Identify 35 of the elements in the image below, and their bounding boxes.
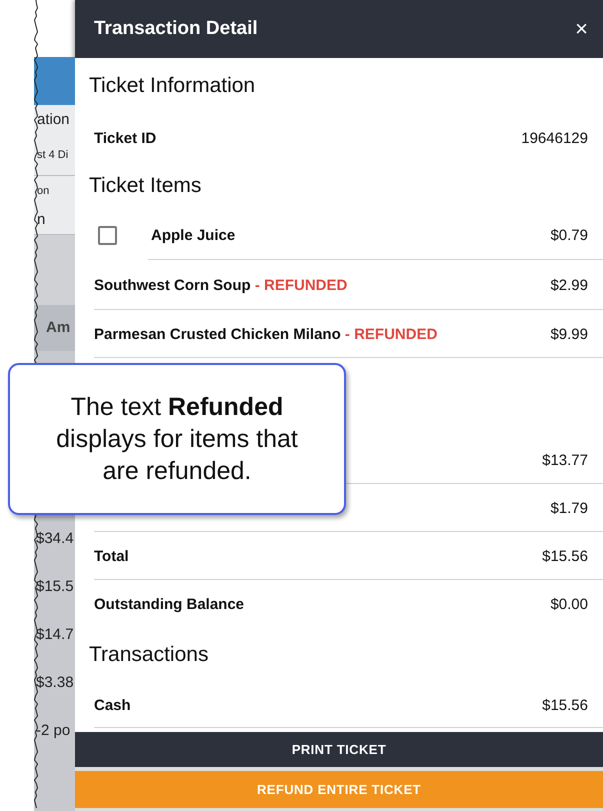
item-value: $15.56 — [542, 696, 588, 714]
checkbox[interactable] — [98, 226, 117, 244]
item-label: Southwest Corn Soup - REFUNDED — [94, 276, 348, 294]
item-value: $0.79 — [550, 226, 588, 244]
row-fragment: $14.7 — [35, 625, 75, 645]
item-value: $1.79 — [550, 500, 588, 516]
section-heading: Ticket Information — [88, 73, 256, 99]
print-button[interactable]: PRINT TICKET — [75, 732, 603, 767]
item-label: Ticket ID — [94, 130, 158, 146]
row-fragment: -2 po — [35, 721, 72, 741]
field-fragment: on — [36, 184, 50, 199]
item-value: $2.99 — [550, 276, 588, 294]
section-heading: Ticket Items — [88, 173, 202, 199]
section-heading: Transactions — [88, 642, 210, 668]
item-label: Outstanding Balance — [94, 596, 246, 612]
item-value: $15.56 — [542, 548, 588, 564]
row-fragment: $34.4 — [35, 529, 75, 549]
item-value: $0.00 — [550, 596, 588, 612]
field-fragment: n — [36, 210, 46, 230]
header-band — [34, 57, 75, 105]
item-label: Apple Juice — [151, 226, 236, 244]
close-button[interactable]: × — [575, 16, 588, 42]
item-value: $9.99 — [550, 326, 588, 342]
row-fragment: $3.38 — [35, 673, 75, 693]
heading-fragment: ation — [36, 110, 71, 130]
row-fragment: $15.5 — [35, 577, 75, 597]
callout-text: The text Refunded displays for items that are refunded. — [55, 392, 299, 487]
item-label: Parmesan Crusted Chicken Milano - REFUNDED — [94, 326, 438, 342]
column-header-fragment: Am — [34, 305, 75, 351]
item-label: Cash — [94, 696, 132, 714]
subtext-fragment: st 4 Di — [36, 148, 70, 163]
item-value: $13.77 — [542, 452, 588, 468]
item-value: 19646129 — [521, 130, 588, 146]
item-label: Total — [94, 548, 130, 564]
panel-title: Transaction Detail — [94, 18, 258, 40]
